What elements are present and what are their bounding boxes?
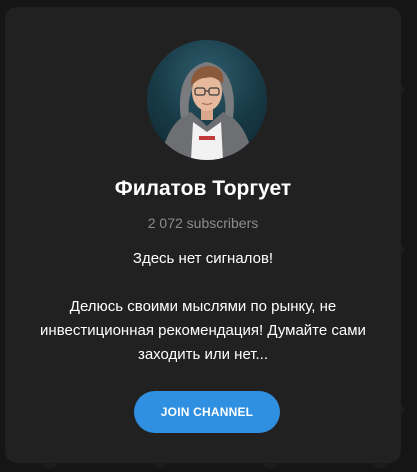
description-line: Делюсь своими мыслями по рынку, не инвес… [40, 298, 366, 363]
channel-preview-card: Филатов Торгует 2 072 subscribers Здесь … [5, 7, 401, 463]
join-channel-button[interactable]: JOIN CHANNEL [134, 391, 280, 433]
channel-description: Здесь нет сигналов! Делюсь своими мыслям… [35, 247, 371, 367]
description-line: Здесь нет сигналов! [132, 250, 274, 267]
avatar-photo-icon [161, 62, 253, 160]
subscriber-count: 2 072 subscribers [147, 215, 259, 231]
channel-avatar [147, 40, 267, 160]
channel-title: Филатов Торгует [114, 177, 292, 200]
